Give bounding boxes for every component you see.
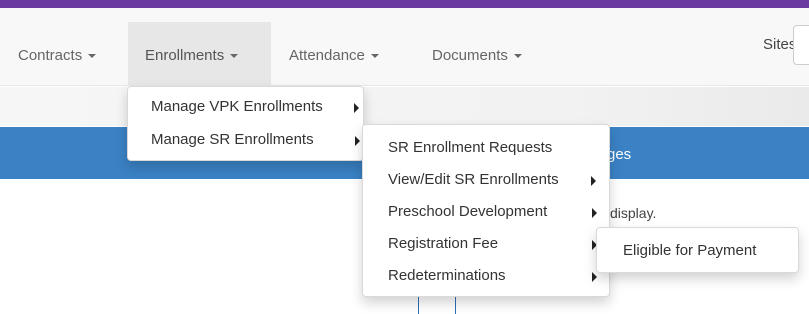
menu-item-registration-fee[interactable]: Registration Fee [363, 231, 609, 257]
nav-attendance-label: Attendance [289, 47, 365, 64]
caret-down-icon [513, 54, 522, 59]
menu-item-label: Eligible for Payment [623, 242, 757, 259]
enrollments-dropdown-menu: Manage VPK Enrollments Manage SR Enrollm… [127, 86, 364, 161]
registration-fee-submenu: Eligible for Payment [596, 227, 799, 273]
caret-down-icon [88, 54, 97, 59]
caret-right-icon [592, 272, 597, 282]
nav-contracts[interactable]: Contracts [0, 22, 124, 86]
menu-item-label: Redeterminations [388, 267, 506, 284]
menu-item-label: View/Edit SR Enrollments [388, 171, 559, 188]
menu-item-eligible-for-payment[interactable]: Eligible for Payment [597, 238, 798, 264]
nav-enrollments[interactable]: Enrollments [128, 22, 271, 86]
content-message: display. [610, 205, 657, 221]
caret-right-icon [592, 208, 597, 218]
sr-enrollments-submenu: SR Enrollment Requests View/Edit SR Enro… [362, 124, 610, 297]
nav-documents-label: Documents [432, 47, 508, 64]
nav-attendance[interactable]: Attendance [272, 22, 412, 86]
menu-item-manage-sr-enrollments[interactable]: Manage SR Enrollments [128, 127, 363, 153]
caret-down-icon [370, 54, 379, 59]
menu-item-view-edit-sr-enrollments[interactable]: View/Edit SR Enrollments [363, 167, 609, 193]
caret-down-icon [230, 54, 239, 59]
section-header-text: ges [607, 146, 632, 163]
caret-right-icon [591, 176, 596, 186]
menu-item-label: SR Enrollment Requests [388, 139, 553, 156]
menu-item-label: Registration Fee [388, 235, 499, 252]
menu-item-label: Manage SR Enrollments [151, 131, 314, 148]
main-navbar: Contracts Enrollments Attendance Documen… [0, 8, 809, 86]
caret-right-icon [354, 103, 359, 113]
nav-enrollments-label: Enrollments [145, 47, 225, 64]
page: Contracts Enrollments Attendance Documen… [0, 0, 809, 314]
nav-contracts-label: Contracts [18, 47, 83, 64]
menu-item-label: Manage VPK Enrollments [151, 98, 323, 115]
menu-item-redeterminations[interactable]: Redeterminations [363, 263, 609, 289]
menu-item-sr-enrollment-requests[interactable]: SR Enrollment Requests [363, 135, 609, 161]
menu-item-preschool-development[interactable]: Preschool Development [363, 199, 609, 225]
menu-item-manage-vpk-enrollments[interactable]: Manage VPK Enrollments [128, 94, 363, 120]
sites-select[interactable] [793, 25, 809, 65]
top-accent-bar [0, 0, 809, 8]
nav-documents[interactable]: Documents [414, 22, 554, 86]
menu-item-label: Preschool Development [388, 203, 548, 220]
caret-right-icon [355, 136, 360, 146]
sub-header-bar [0, 87, 809, 126]
